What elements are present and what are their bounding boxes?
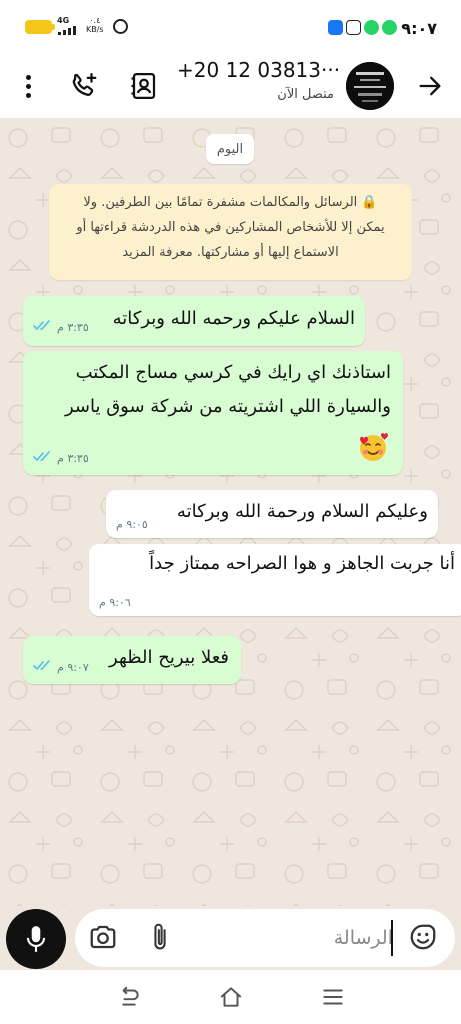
message-bubble-incoming[interactable]: وعليكم السلام ورحمة الله وبركاته ٩:٠٥ م (106, 490, 438, 538)
chat-area[interactable]: اليوم 🔒 الرسائل والمكالمات مشفرة تمامًا … (0, 118, 461, 906)
read-ticks-icon (33, 451, 53, 465)
message-text: وعليكم السلام ورحمة الله وبركاته (176, 501, 428, 522)
message-time: ٣:٣٥ م (57, 320, 89, 334)
message-line: استاذنك اي رايك في كرسي مساج المكتب (75, 362, 391, 383)
message-meta: ٩:٠٧ م (33, 660, 89, 674)
message-text: فعلا بيريح الظهر (109, 647, 229, 668)
message-time: ٣:٣٥ م (57, 451, 89, 465)
message-text: أنا جربت الجاهز و هوا الصراحه ممتاز جداً (149, 553, 455, 574)
message-time: ٩:٠٦ م (99, 596, 131, 609)
battery-icon (25, 20, 55, 34)
message-input[interactable] (195, 919, 393, 957)
message-meta: ٩:٠٦ م (99, 596, 131, 609)
read-ticks-icon (33, 320, 53, 334)
avatar[interactable] (346, 62, 394, 110)
message-line: والسيارة اللي اشتريته من شركة سوق ياسر (64, 396, 391, 417)
smiling-face-with-hearts-icon (359, 431, 389, 461)
chat-header: +20 12 03813··· متصل الآن (0, 56, 461, 118)
message-text: السلام عليكم ورحمه الله وبركاته (112, 308, 355, 329)
back-nav-icon[interactable] (116, 984, 142, 1010)
contact-status: متصل الآن (277, 87, 334, 102)
clock: ٩:٠٧ (401, 19, 437, 38)
add-call-icon[interactable] (66, 68, 102, 104)
message-bubble-outgoing[interactable]: فعلا بيريح الظهر ٩:٠٧ م (23, 636, 241, 684)
sticker-icon[interactable] (408, 922, 440, 954)
arrow-back-icon[interactable] (414, 68, 446, 104)
message-bubble-outgoing[interactable]: استاذنك اي رايك في كرسي مساج المكتب والس… (23, 351, 403, 475)
whatsapp-icon (364, 20, 379, 35)
message-meta: ٣:٣٥ م (33, 451, 89, 465)
attach-icon[interactable] (147, 921, 177, 955)
network-speed: ٠.٤ KB/s (86, 16, 104, 34)
whatsapp-business-icon (382, 20, 397, 35)
lock-icon: 🔒 (361, 195, 378, 210)
app-notification-icon (346, 20, 361, 35)
read-ticks-icon (33, 660, 53, 674)
alarm-icon (113, 19, 128, 34)
signal-icon (58, 26, 80, 35)
message-composer (0, 906, 461, 970)
text-caret (391, 920, 393, 956)
encryption-notice[interactable]: 🔒 الرسائل والمكالمات مشفرة تمامًا بين ال… (49, 184, 412, 280)
message-meta: ٩:٠٥ م (116, 518, 148, 531)
notice-line-2: يمكن إلا للأشخاص المشاركين في هذه الدردش… (76, 220, 385, 235)
mic-icon[interactable] (6, 909, 66, 969)
message-input-box[interactable] (75, 909, 455, 967)
system-nav-bar (0, 970, 461, 1024)
home-nav-icon[interactable] (218, 984, 244, 1010)
date-chip: اليوم (206, 134, 254, 164)
notification-icons (328, 20, 397, 36)
network-type: 4G (57, 16, 70, 25)
contact-name[interactable]: +20 12 03813··· (177, 58, 340, 82)
message-meta: ٣:٣٥ م (33, 320, 89, 334)
message-time: ٩:٠٥ م (116, 518, 148, 531)
message-bubble-outgoing[interactable]: السلام عليكم ورحمه الله وبركاته ٣:٣٥ م (23, 296, 365, 346)
more-vert-icon[interactable] (18, 70, 38, 102)
notice-line-3: الاستماع إليها أو مشاركتها. معرفة المزيد (122, 245, 339, 260)
message-bubble-incoming[interactable]: أنا جربت الجاهز و هوا الصراحه ممتاز جداً… (89, 544, 461, 616)
network-speed-value: ٠.٤ (89, 16, 101, 25)
notice-line-1: الرسائل والمكالمات مشفرة تمامًا بين الطر… (83, 195, 358, 210)
status-bar: 4G ٠.٤ KB/s ٩:٠٧ (0, 0, 461, 56)
facebook-icon (328, 20, 343, 35)
message-time: ٩:٠٧ م (57, 660, 89, 674)
camera-icon[interactable] (88, 922, 120, 954)
contact-card-icon[interactable] (127, 68, 161, 104)
notice-line: 🔒 الرسائل والمكالمات مشفرة تمامًا بين ال… (63, 190, 398, 215)
recents-nav-icon[interactable] (320, 984, 346, 1010)
network-speed-unit: KB/s (86, 25, 104, 34)
